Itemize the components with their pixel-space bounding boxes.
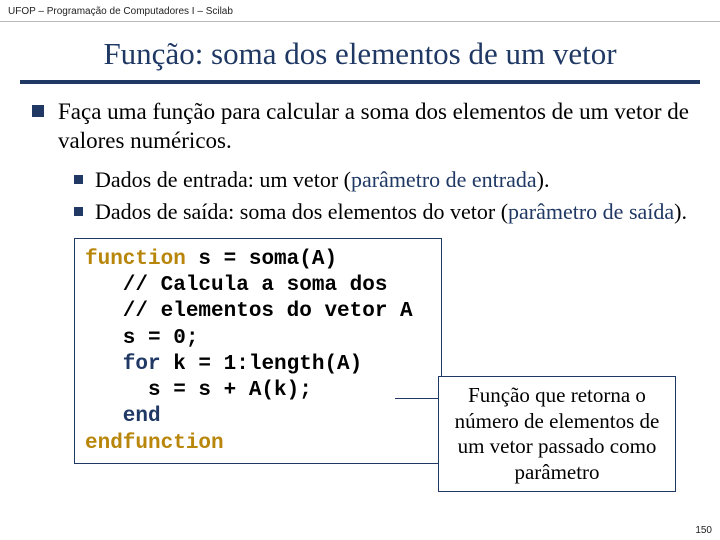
sub1-post: ). (537, 167, 550, 192)
slide-title: Função: soma dos elementos de um vetor (0, 22, 720, 80)
square-bullet-icon (74, 175, 83, 184)
sub2-pre: Dados de saída: soma dos elementos do ve… (95, 199, 508, 224)
code-kw-endfunction: endfunction (85, 432, 224, 455)
sub-bullets: Dados de entrada: um vetor (parâmetro de… (74, 166, 694, 226)
code-l6: s = s + A(k); (85, 379, 312, 402)
code-l2: // Calcula a soma dos (85, 274, 387, 297)
code-l3: // elementos do vetor A (85, 300, 413, 323)
callout-box: Função que retorna o número de elementos… (438, 376, 676, 492)
bullet-level2: Dados de entrada: um vetor (parâmetro de… (74, 166, 694, 194)
bullet1-text: Faça uma função para calcular a soma dos… (58, 98, 694, 156)
square-bullet-icon (74, 207, 83, 216)
sub2-post: ). (674, 199, 687, 224)
title-rule (20, 80, 700, 84)
code-l4: s = 0; (85, 327, 198, 350)
callout-connector-line (395, 398, 439, 399)
sub1-text: Dados de entrada: um vetor (parâmetro de… (95, 166, 549, 194)
sub1-em: parâmetro de entrada (351, 167, 537, 192)
course-header: UFOP – Programação de Computadores I – S… (0, 0, 720, 22)
code-l5b: k = 1:length(A) (161, 353, 363, 376)
code-block: function s = soma(A) // Calcula a soma d… (74, 238, 442, 464)
sub1-pre: Dados de entrada: um vetor ( (95, 167, 351, 192)
code-kw-for: for (85, 353, 161, 376)
code-kw-end: end (85, 405, 161, 428)
sub2-em: parâmetro de saída (508, 199, 674, 224)
sub2-text: Dados de saída: soma dos elementos do ve… (95, 198, 687, 226)
page-number: 150 (695, 525, 712, 536)
square-bullet-icon (32, 105, 44, 117)
code-l1b: s = soma(A) (186, 248, 337, 271)
bullet-level2: Dados de saída: soma dos elementos do ve… (74, 198, 694, 226)
bullet-level1: Faça uma função para calcular a soma dos… (32, 98, 694, 156)
code-kw-function: function (85, 248, 186, 271)
